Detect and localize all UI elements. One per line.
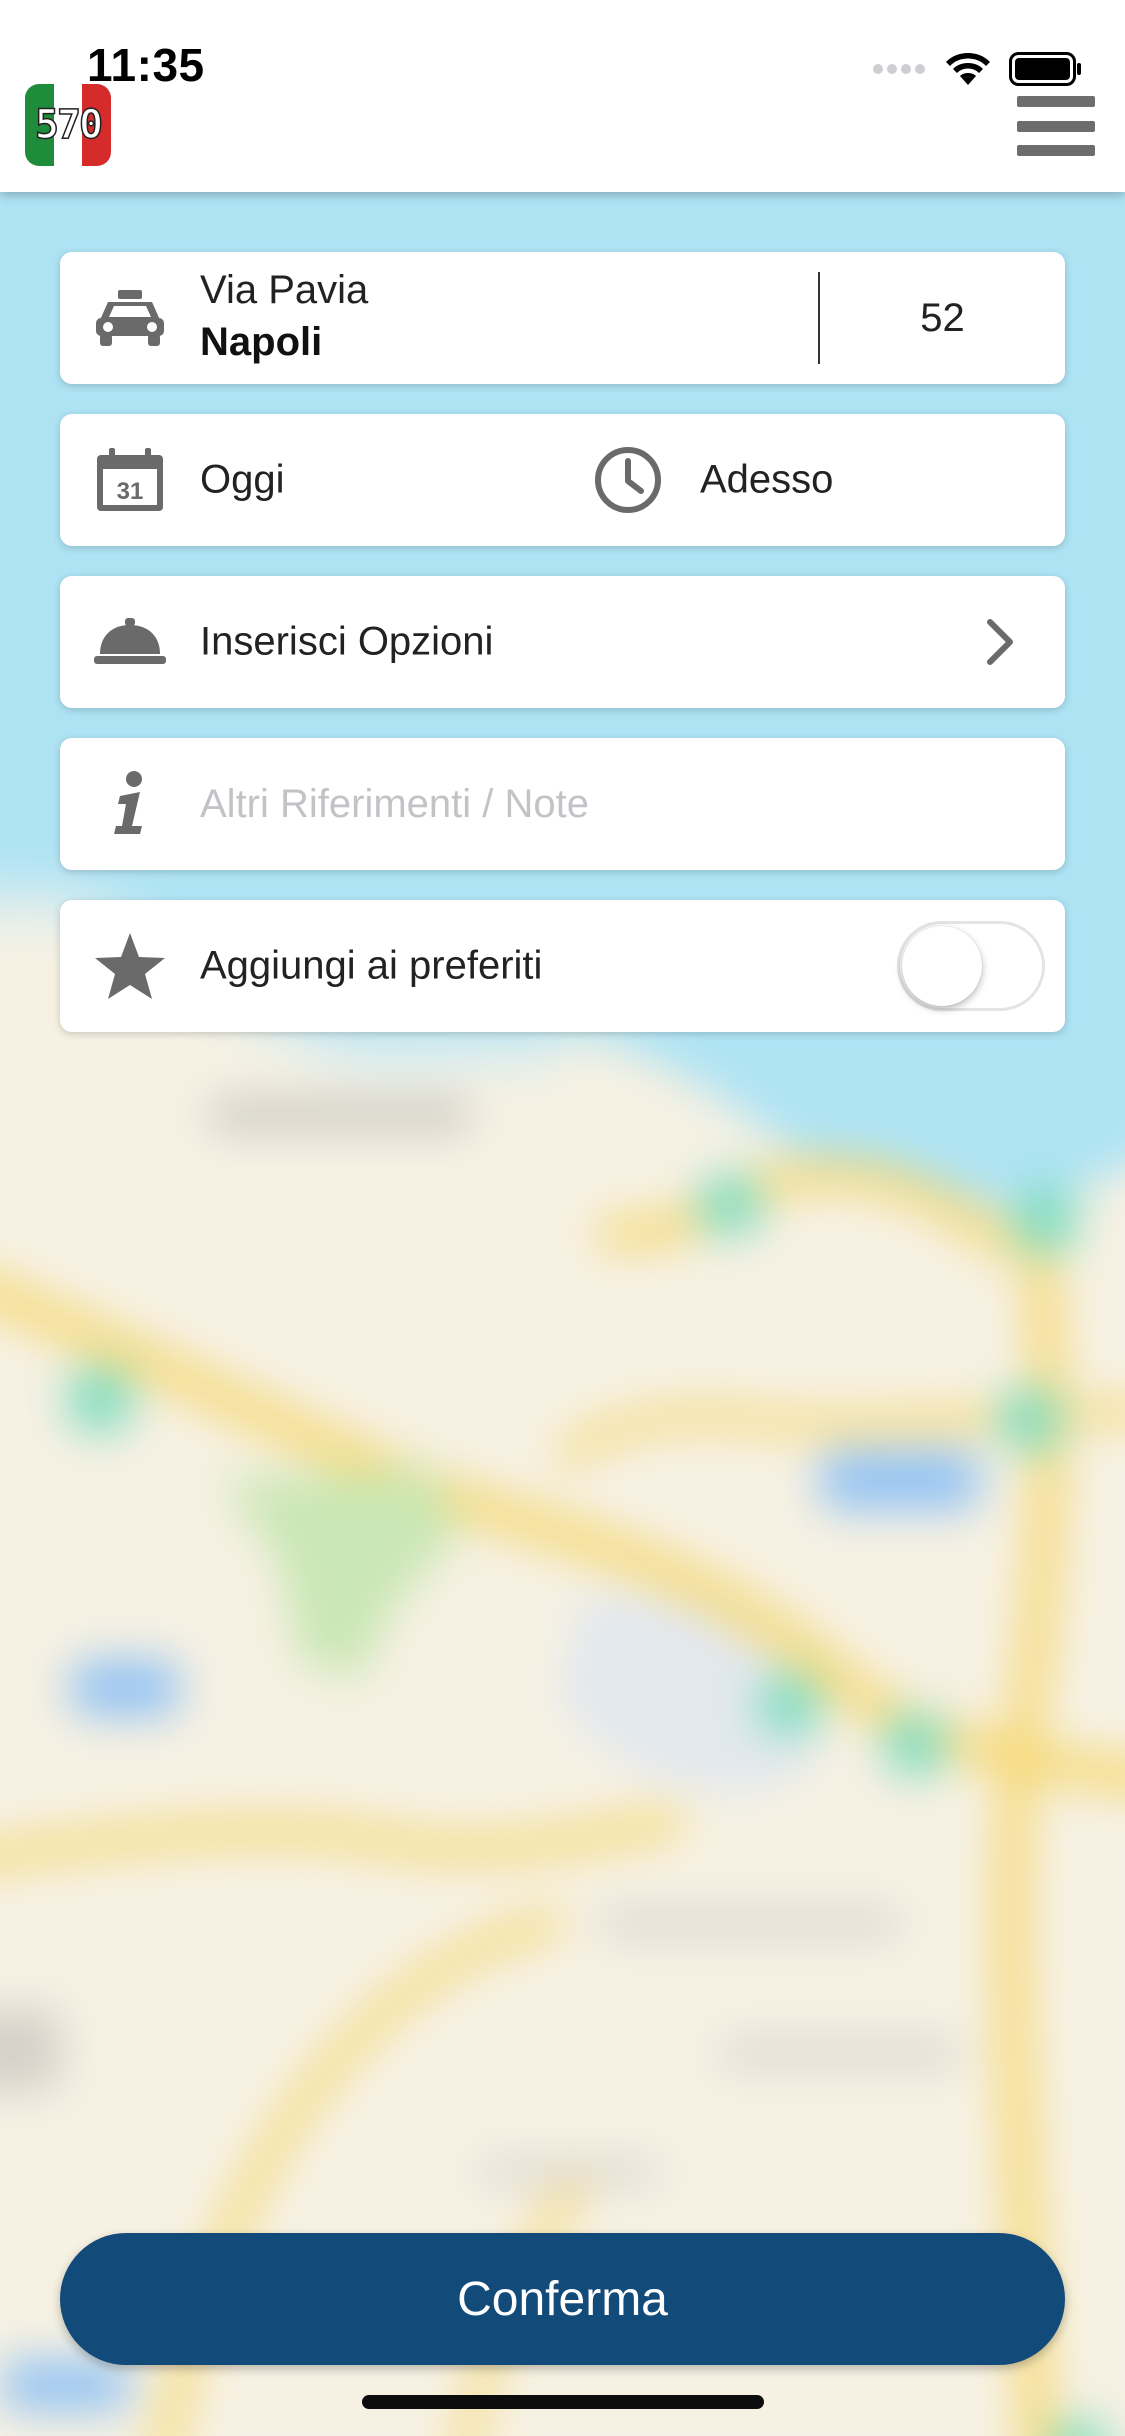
- address-street: Via Pavia: [200, 268, 369, 312]
- confirm-button[interactable]: Conferma: [60, 2233, 1065, 2365]
- address-number[interactable]: 52: [820, 252, 1065, 384]
- battery-icon: [1009, 52, 1081, 86]
- schedule-card: 31 Oggi Adesso: [60, 414, 1065, 546]
- date-label[interactable]: Oggi: [200, 458, 285, 503]
- status-indicators: [873, 52, 1083, 86]
- chevron-right-icon: [987, 619, 1013, 665]
- home-indicator: [362, 2395, 764, 2409]
- notes-input[interactable]: [200, 738, 1030, 870]
- address-card[interactable]: Via Pavia Napoli 52: [60, 252, 1065, 384]
- time-label[interactable]: Adesso: [700, 458, 833, 503]
- favorites-label: Aggiungi ai preferiti: [200, 943, 543, 988]
- options-card[interactable]: Inserisci Opzioni: [60, 576, 1065, 708]
- star-icon: [92, 928, 168, 1004]
- app-logo: 570: [25, 84, 111, 166]
- notes-card: [60, 738, 1065, 870]
- wifi-icon: [946, 53, 990, 85]
- calendar-icon[interactable]: 31: [92, 442, 168, 518]
- calendar-day: 31: [117, 478, 144, 505]
- address-city: Napoli: [200, 320, 323, 364]
- favorites-card: Aggiungi ai preferiti: [60, 900, 1065, 1032]
- taxi-icon: [92, 280, 168, 356]
- hamburger-menu-icon[interactable]: [1017, 96, 1095, 156]
- favorites-toggle[interactable]: [897, 921, 1045, 1011]
- service-bell-icon: [92, 604, 168, 680]
- logo-text: 570: [34, 101, 104, 149]
- signal-icon: [873, 64, 925, 74]
- toggle-knob: [902, 926, 982, 1006]
- clock-icon[interactable]: [590, 442, 666, 518]
- app-header: 11:35 570: [0, 0, 1125, 192]
- info-icon: [92, 766, 168, 842]
- options-label: Inserisci Opzioni: [200, 619, 494, 664]
